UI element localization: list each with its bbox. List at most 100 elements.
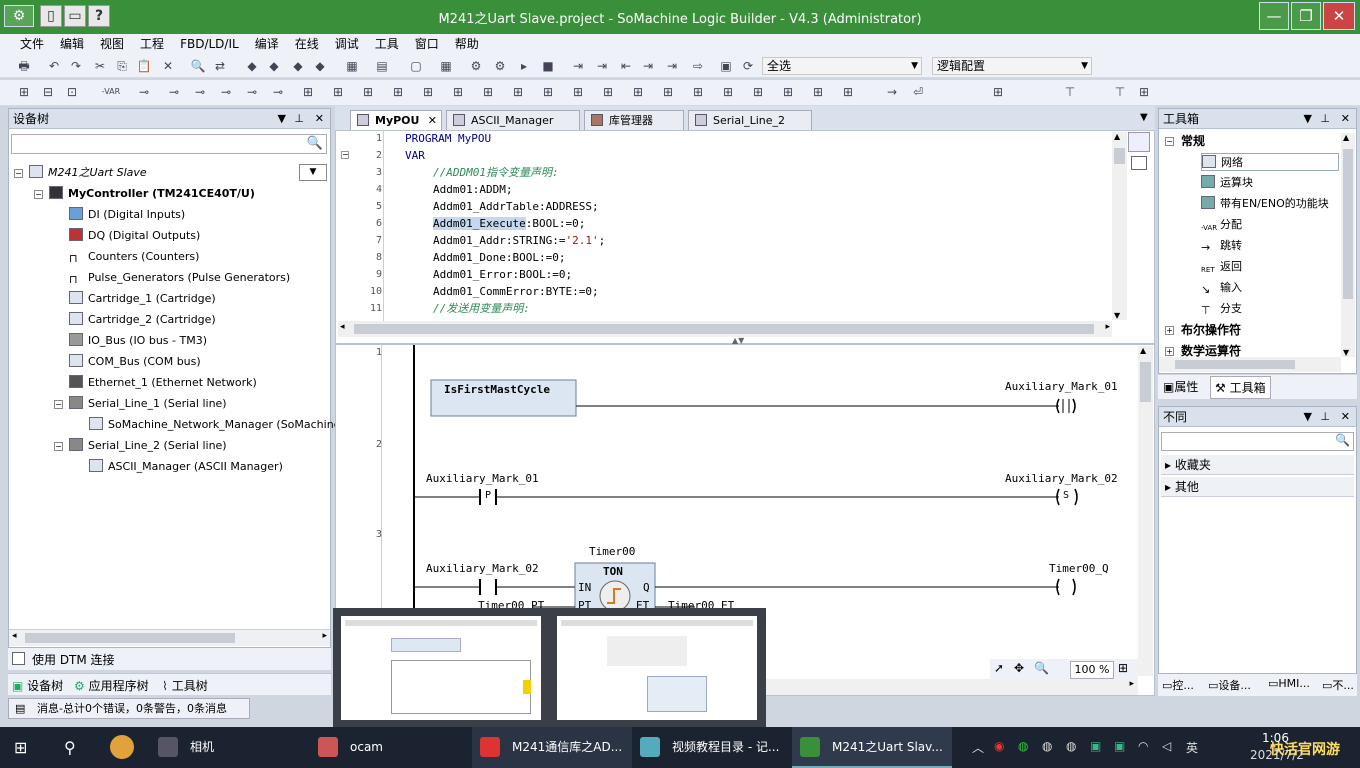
toolbox-item-box[interactable]: 运算块 bbox=[1201, 174, 1253, 192]
tab-properties[interactable]: ▣属性 bbox=[1160, 378, 1201, 395]
replace-icon[interactable]: ⇄ bbox=[212, 58, 228, 74]
expander-icon[interactable]: − bbox=[14, 169, 23, 178]
tree-item-di[interactable]: DI (Digital Inputs) bbox=[69, 206, 185, 224]
tree-item-cartridge1[interactable]: Cartridge_1 (Cartridge) bbox=[69, 290, 216, 308]
tree-item-ascii-manager[interactable]: ASCII_Manager (ASCII Manager) bbox=[89, 458, 283, 476]
properties-icon[interactable]: ▢ bbox=[408, 58, 424, 74]
menu-tools[interactable]: 工具 bbox=[367, 34, 407, 54]
dtm-checkbox[interactable] bbox=[12, 652, 25, 665]
tray-app2-icon[interactable]: ▣ bbox=[1114, 739, 1125, 753]
ld-output-icon[interactable]: ⊞ bbox=[510, 84, 526, 100]
find-icon[interactable]: 🔍 bbox=[190, 58, 206, 74]
cut-icon[interactable]: ✂ bbox=[92, 58, 108, 74]
expander-icon[interactable]: − bbox=[54, 400, 63, 409]
start-icon[interactable]: ▸ bbox=[516, 58, 532, 74]
toolbox-vscrollbar[interactable]: ▲ ▼ bbox=[1341, 133, 1355, 357]
scroll-thumb[interactable] bbox=[1140, 362, 1151, 402]
panel-close-icon[interactable]: ✕ bbox=[315, 109, 324, 129]
taskbar-notepad[interactable]: 视频教程目录 - 记... bbox=[632, 727, 792, 768]
pin-icon[interactable]: ⊥ bbox=[294, 109, 304, 129]
minimize-button[interactable]: — bbox=[1259, 2, 1289, 30]
ld-set-icon[interactable]: ⊸ bbox=[244, 84, 260, 100]
expander-icon[interactable]: − bbox=[34, 190, 43, 199]
diff-search-input[interactable]: 🔍 bbox=[1161, 432, 1354, 451]
login-icon[interactable]: ◆ bbox=[266, 58, 282, 74]
ld-series-icon[interactable]: ⊸ bbox=[192, 84, 208, 100]
tree-root[interactable]: M241之Uart Slave bbox=[29, 164, 147, 182]
menu-file[interactable]: 文件 bbox=[0, 34, 52, 54]
panel-close-icon[interactable]: ✕ bbox=[1341, 407, 1350, 427]
copy-icon[interactable]: ⎘ bbox=[114, 58, 130, 74]
redo-icon[interactable]: ↷ bbox=[68, 58, 84, 74]
panel-menu-icon[interactable]: ▼ bbox=[1304, 109, 1312, 129]
ld-compare-icon[interactable]: ⊞ bbox=[720, 84, 736, 100]
step-over-icon[interactable]: ⇥ bbox=[594, 58, 610, 74]
taskbar-pdf[interactable]: M241通信库之AD... bbox=[472, 727, 632, 768]
diff-favorites[interactable]: ▸ 收藏夹 bbox=[1161, 455, 1354, 475]
tab-devices[interactable]: ▭设备... bbox=[1208, 677, 1251, 693]
toolbox-item-jump[interactable]: → 跳转 bbox=[1201, 237, 1242, 255]
toolbox-group-bool[interactable]: 布尔操作符 bbox=[1181, 321, 1241, 339]
run-to-cursor-icon[interactable]: ⇥ bbox=[640, 58, 656, 74]
menu-edit[interactable]: 编辑 bbox=[52, 34, 92, 54]
ld-comment-icon[interactable]: ⊞ bbox=[420, 84, 436, 100]
add-object-icon[interactable]: ▤ bbox=[374, 58, 390, 74]
browser-icon[interactable] bbox=[110, 735, 134, 759]
tray-arrow-icon[interactable]: ︿ bbox=[972, 739, 984, 756]
tree-item-ethernet[interactable]: Ethernet_1 (Ethernet Network) bbox=[69, 374, 257, 392]
build-icon[interactable]: ▦ bbox=[344, 58, 360, 74]
tree-item-dq[interactable]: DQ (Digital Outputs) bbox=[69, 227, 200, 245]
ladder-vscrollbar[interactable]: ▲ bbox=[1138, 346, 1153, 676]
show-next-icon[interactable]: ⇨ bbox=[690, 58, 706, 74]
toolbox-item-assign[interactable]: -VAR 分配 bbox=[1201, 216, 1242, 234]
panel-menu-icon[interactable]: ▼ bbox=[1304, 407, 1312, 427]
ld-counter-icon[interactable]: ⊞ bbox=[690, 84, 706, 100]
tab-close-icon[interactable]: ✕ bbox=[428, 111, 437, 131]
coil-timer-q[interactable] bbox=[1056, 578, 1076, 596]
ld-coil-icon[interactable]: ⊡ bbox=[64, 84, 80, 100]
ld-shift-icon[interactable]: ⊞ bbox=[840, 84, 856, 100]
delete-icon[interactable]: ✕ bbox=[160, 58, 176, 74]
tray-wechat-icon[interactable]: ◍ bbox=[1018, 739, 1028, 753]
paste-icon[interactable]: 📋 bbox=[136, 58, 152, 74]
ld-input-icon[interactable]: ⊞ bbox=[480, 84, 496, 100]
preview-window-1[interactable] bbox=[341, 616, 541, 720]
menu-project[interactable]: 工程 bbox=[132, 34, 172, 54]
tray-app-icon[interactable]: ▣ bbox=[1090, 739, 1101, 753]
tray-wifi-icon[interactable]: ◠ bbox=[1138, 739, 1148, 753]
toolbox-item-box-en[interactable]: 带有EN/ENO的功能块 bbox=[1201, 195, 1329, 213]
ld-neg-icon[interactable]: ⊸ bbox=[136, 84, 152, 100]
tree-hscrollbar[interactable]: ◂ ▸ bbox=[9, 629, 330, 646]
ld-negate-icon[interactable]: ⊞ bbox=[630, 84, 646, 100]
menu-build[interactable]: 编译 bbox=[247, 34, 287, 54]
stop-icon[interactable]: ■ bbox=[540, 58, 556, 74]
toolbox-hscrollbar[interactable] bbox=[1159, 357, 1341, 372]
ld-move-icon[interactable]: ⊞ bbox=[750, 84, 766, 100]
tab-library-manager[interactable]: 库管理器 bbox=[584, 110, 684, 130]
tree-item-serial1[interactable]: Serial_Line_1 (Serial line) bbox=[69, 395, 227, 413]
reset-icon[interactable]: ◆ bbox=[312, 58, 328, 74]
tab-device-tree[interactable]: ▣ 设备树 bbox=[12, 677, 63, 694]
tree-item-combus[interactable]: COM_Bus (COM bus) bbox=[69, 353, 201, 371]
tab-toolbox[interactable]: ⚒ 工具箱 bbox=[1210, 376, 1271, 399]
scroll-thumb[interactable] bbox=[354, 324, 1094, 334]
menu-help[interactable]: 帮助 bbox=[447, 34, 487, 54]
tab-mypou[interactable]: MyPOU ✕ bbox=[350, 110, 442, 130]
ladder-hscrollbar[interactable]: ▸ bbox=[760, 679, 1138, 695]
ld-contact-icon[interactable]: ⊟ bbox=[40, 84, 56, 100]
toolbox-item-input[interactable]: ↘ 输入 bbox=[1201, 279, 1242, 297]
set-next-icon[interactable]: ⇥ bbox=[664, 58, 680, 74]
expander-icon[interactable]: + bbox=[1165, 347, 1174, 356]
panel-close-icon[interactable]: ✕ bbox=[1341, 109, 1350, 129]
toolbox-group-general[interactable]: 常规 bbox=[1181, 132, 1205, 150]
step-in-icon[interactable]: ⇥ bbox=[570, 58, 586, 74]
tray-record-icon[interactable]: ◉ bbox=[994, 739, 1004, 753]
tree-item-counters[interactable]: ⊓ Counters (Counters) bbox=[69, 248, 199, 266]
menu-fbd[interactable]: FBD/LD/IL bbox=[172, 34, 247, 54]
ld-parallel-icon[interactable]: ⊸ bbox=[166, 84, 182, 100]
textual-view-icon[interactable] bbox=[1128, 132, 1150, 152]
ld-align-icon[interactable]: ⊞ bbox=[990, 84, 1006, 100]
maximize-button[interactable]: ❐ bbox=[1291, 2, 1321, 30]
toolbox-item-return[interactable]: RET 返回 bbox=[1201, 258, 1242, 276]
expander-icon[interactable]: − bbox=[1165, 137, 1174, 146]
